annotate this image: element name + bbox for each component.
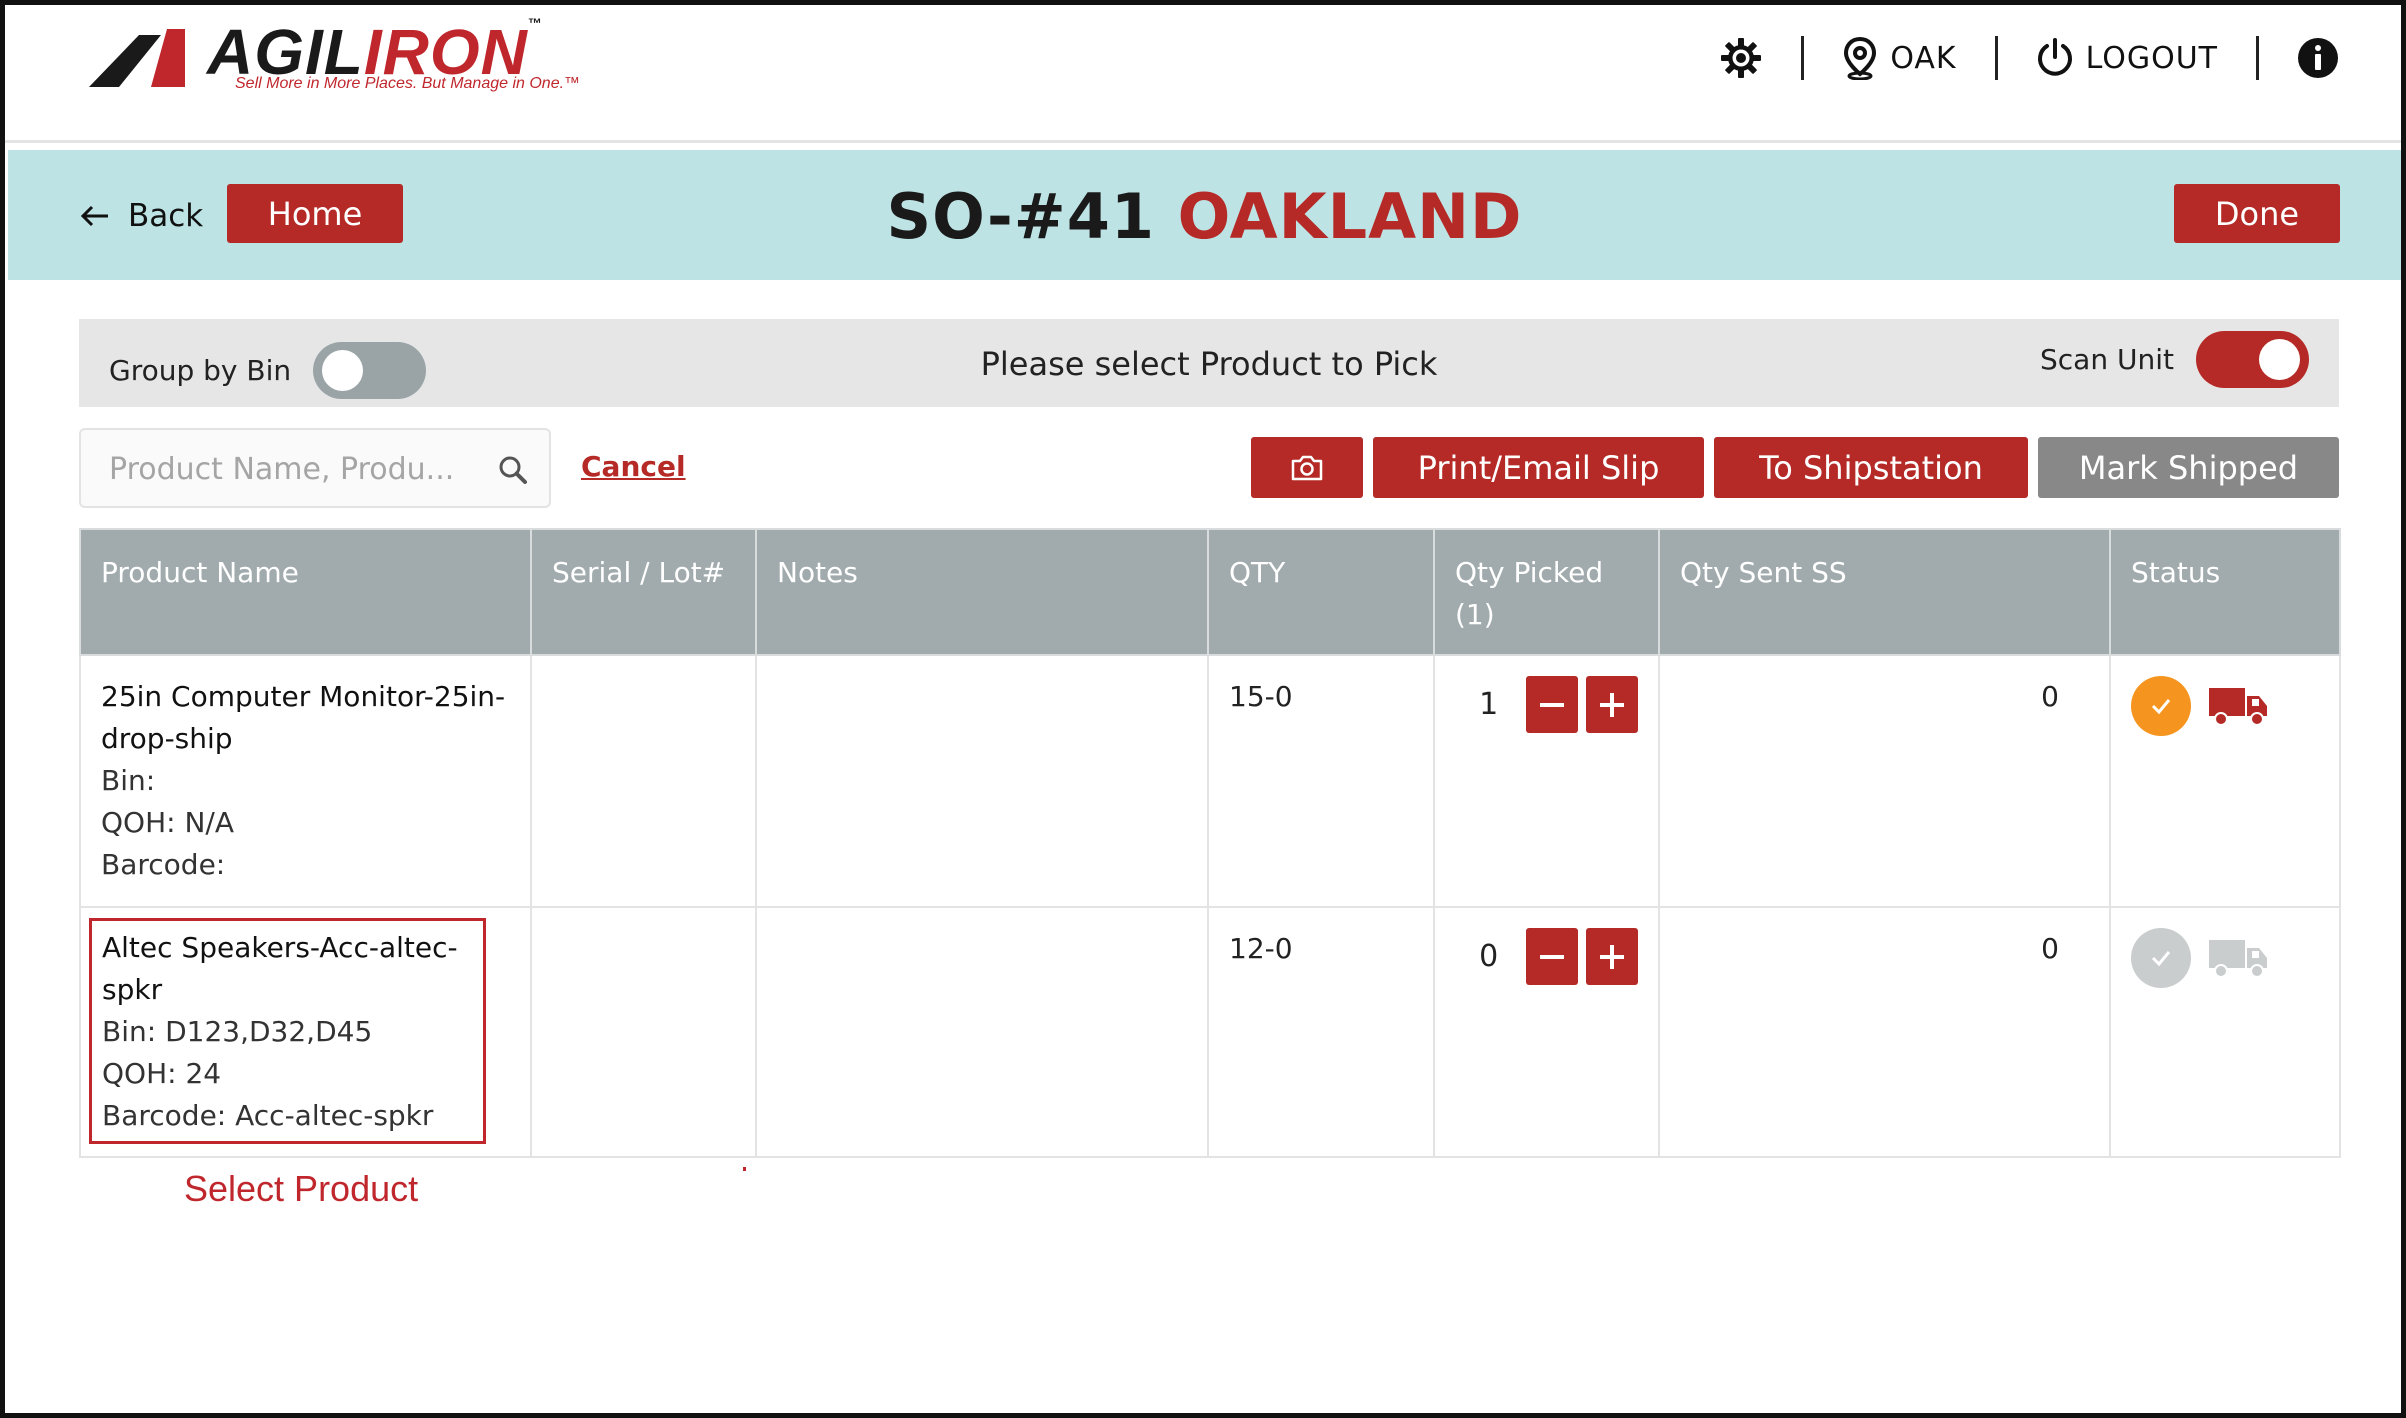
- top-bar: AGILIRON™ Sell More in More Places. But …: [5, 5, 2401, 143]
- product-qoh: QOH: 24: [102, 1057, 222, 1090]
- toolbar-divider: [1994, 36, 1998, 80]
- pick-instruction: Please select Product to Pick: [980, 345, 1438, 383]
- settings-button[interactable]: [1719, 36, 1763, 80]
- product-cell[interactable]: 25in Computer Monitor-25in-drop-ship Bin…: [79, 654, 532, 908]
- select-product-annotation: Select Product: [184, 1168, 419, 1209]
- product-qoh: QOH: N/A: [101, 806, 234, 839]
- plus-icon: [1600, 692, 1625, 717]
- plus-icon: [1600, 944, 1625, 969]
- page-title: SO-#41 OAKLAND: [8, 180, 2401, 253]
- mark-shipped-button[interactable]: Mark Shipped: [2038, 437, 2339, 498]
- toolbar-divider: [2256, 36, 2259, 80]
- product-barcode: Barcode: Acc-altec-spkr: [102, 1099, 434, 1132]
- scan-unit-label: Scan Unit: [2040, 343, 2174, 376]
- qty-picked-cell: 0: [1433, 906, 1660, 1158]
- done-button[interactable]: Done: [2174, 184, 2340, 243]
- col-qty-picked[interactable]: Qty Picked (1): [1433, 528, 1660, 656]
- info-button[interactable]: [2297, 37, 2339, 79]
- location-pin-icon: [1844, 36, 1877, 80]
- scan-unit-toggle[interactable]: [2196, 331, 2309, 388]
- serial-cell: [530, 906, 757, 1158]
- product-bin: Bin:: [101, 764, 156, 797]
- search-icon[interactable]: [497, 454, 529, 486]
- col-qty[interactable]: QTY: [1207, 528, 1435, 656]
- product-name: 25in Computer Monitor-25in-drop-ship: [101, 680, 506, 755]
- product-cell[interactable]: Altec Speakers-Acc-altec-spkr Bin: D123,…: [79, 906, 532, 1158]
- qty-cell: 12-0: [1207, 906, 1435, 1158]
- serial-cell: [530, 654, 757, 908]
- pick-control-bar: Group by Bin Please select Product to Pi…: [79, 319, 2339, 407]
- table-row[interactable]: Altec Speakers-Acc-altec-spkr Bin: D123,…: [79, 906, 2341, 1158]
- pending-check-icon: [2131, 928, 2191, 988]
- qty-cell: 15-0: [1207, 654, 1435, 908]
- notes-cell: [755, 654, 1209, 908]
- order-number: SO-#41: [886, 180, 1155, 253]
- logout-button[interactable]: LOGOUT: [2036, 38, 2218, 78]
- location-label: OAK: [1890, 40, 1957, 76]
- table-header-row: Product Name Serial / Lot# Notes QTY Qty…: [79, 528, 2341, 656]
- truck-icon[interactable]: [2207, 684, 2271, 728]
- order-location: OAKLAND: [1177, 180, 1523, 253]
- product-search: [79, 428, 551, 508]
- qty-picked-value: 1: [1479, 686, 1499, 722]
- picked-check-icon: [2131, 676, 2191, 736]
- print-email-slip-button[interactable]: Print/Email Slip: [1373, 437, 1704, 498]
- search-input[interactable]: [109, 448, 489, 490]
- logo-tagline: Sell More in More Places. But Manage in …: [235, 75, 581, 92]
- cancel-link[interactable]: Cancel: [581, 450, 686, 483]
- qty-picked-cell: 1: [1433, 654, 1660, 908]
- gear-icon: [1721, 38, 1762, 78]
- col-qty-sent-ss[interactable]: Qty Sent SS: [1658, 528, 2111, 656]
- logout-label: LOGOUT: [2085, 40, 2218, 76]
- product-barcode: Barcode:: [101, 848, 226, 881]
- power-icon: [2037, 38, 2072, 76]
- increment-button[interactable]: [1586, 928, 1638, 985]
- qty-picked-value: 0: [1479, 938, 1499, 974]
- col-serial-lot[interactable]: Serial / Lot#: [530, 528, 757, 656]
- product-name: Altec Speakers-Acc-altec-spkr: [102, 931, 458, 1006]
- decrement-button[interactable]: [1526, 676, 1579, 733]
- logo-mark-icon: [89, 29, 185, 87]
- pick-table: Product Name Serial / Lot# Notes QTY Qty…: [79, 528, 2341, 1158]
- col-status[interactable]: Status: [2109, 528, 2341, 656]
- title-band: Back Home SO-#41 OAKLAND Done: [8, 150, 2401, 280]
- scan-unit-control: Scan Unit: [2040, 331, 2309, 388]
- qty-sent-cell: 0: [1658, 654, 2111, 908]
- col-notes[interactable]: Notes: [755, 528, 1209, 656]
- minus-icon: [1540, 702, 1565, 707]
- toolbar-divider: [1801, 36, 1805, 80]
- qty-sent-cell: 0: [1658, 906, 2111, 1158]
- selected-product-highlight[interactable]: Altec Speakers-Acc-altec-spkr Bin: D123,…: [89, 918, 486, 1144]
- camera-button[interactable]: [1251, 437, 1363, 498]
- agiliron-logo[interactable]: AGILIRON™ Sell More in More Places. But …: [89, 15, 580, 99]
- col-product-name[interactable]: Product Name: [79, 528, 532, 656]
- info-icon: [2298, 38, 2338, 78]
- camera-icon: [1291, 455, 1323, 480]
- to-shipstation-button[interactable]: To Shipstation: [1714, 437, 2028, 498]
- top-toolbar: OAK LOGOUT: [1719, 27, 2401, 89]
- toggle-knob: [2259, 339, 2300, 380]
- status-cell: [2109, 906, 2341, 1158]
- table-row[interactable]: 25in Computer Monitor-25in-drop-ship Bin…: [79, 654, 2341, 908]
- decrement-button[interactable]: [1526, 928, 1579, 985]
- increment-button[interactable]: [1586, 676, 1638, 733]
- product-bin: Bin: D123,D32,D45: [102, 1015, 373, 1048]
- truck-icon[interactable]: [2207, 936, 2271, 980]
- location-button[interactable]: OAK: [1842, 36, 1956, 80]
- annotation-dot: [743, 1167, 746, 1171]
- status-cell: [2109, 654, 2341, 908]
- notes-cell: [755, 906, 1209, 1158]
- minus-icon: [1540, 954, 1565, 959]
